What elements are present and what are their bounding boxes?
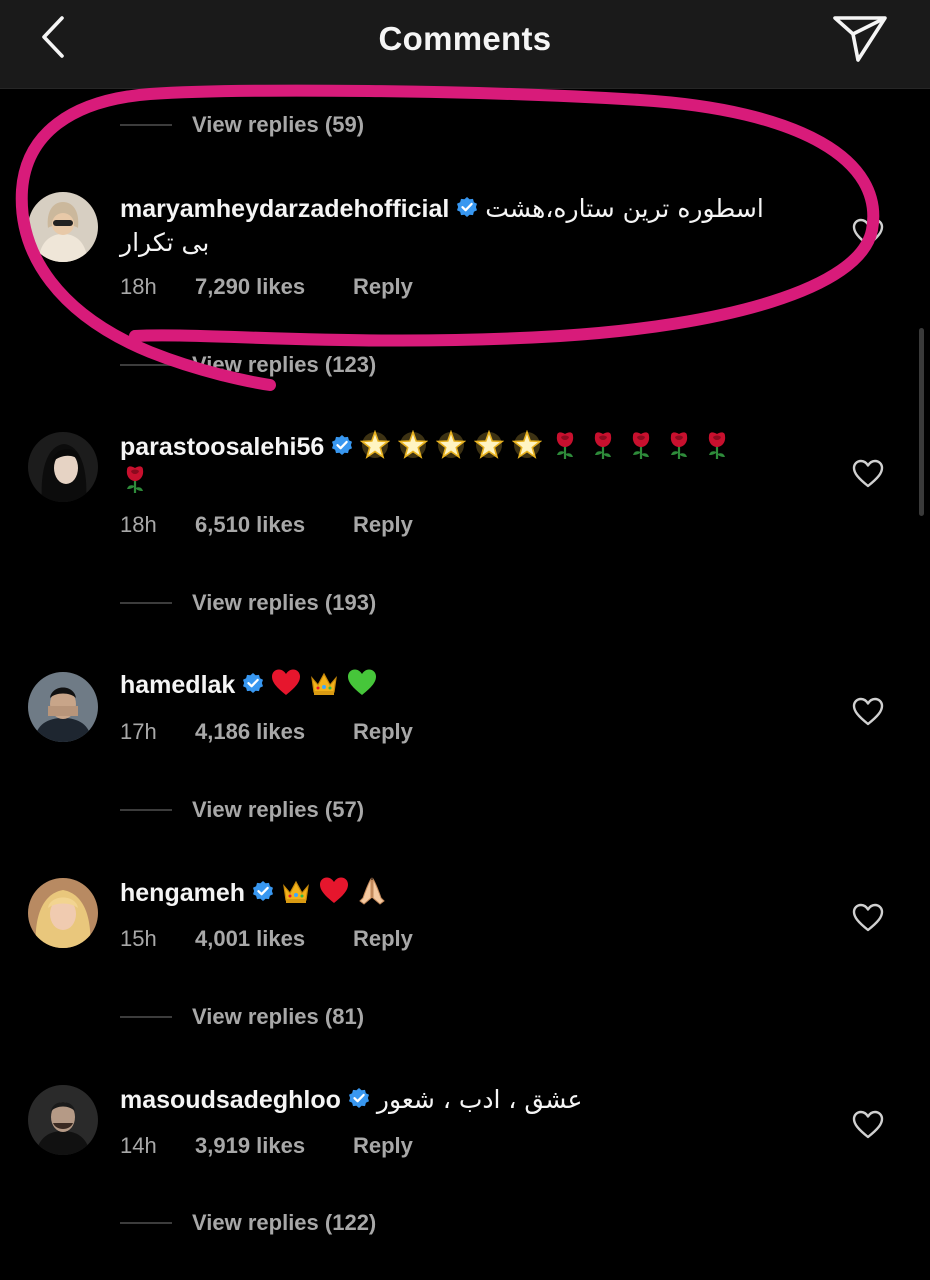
comment-username[interactable]: maryamheydarzadehofficial <box>120 195 449 223</box>
view-replies-button[interactable]: View replies (59) <box>120 110 364 140</box>
likes-count[interactable]: 6,510 likes <box>195 512 305 538</box>
comment-text-continued: بی تکرار <box>120 228 210 257</box>
heart-outline-icon[interactable] <box>852 459 884 489</box>
comment-time: 15h <box>120 926 157 951</box>
star-emoji <box>474 430 504 460</box>
thread-line <box>120 364 172 366</box>
avatar[interactable] <box>28 878 98 948</box>
rose-emoji <box>550 430 580 460</box>
comment-text: عشق ، ادب ، شعور <box>376 1085 583 1114</box>
comment-username[interactable]: hamedlak <box>120 671 235 699</box>
likes-count[interactable]: 7,290 likes <box>195 274 305 300</box>
view-replies-label: View replies (122) <box>192 1210 377 1235</box>
red-heart-emoji <box>319 876 349 906</box>
comment-text: اسطوره ترین ستاره،هشت <box>485 194 764 223</box>
view-replies-button[interactable]: View replies (81) <box>120 1002 364 1032</box>
thread-line <box>120 124 172 126</box>
comment-username[interactable]: parastoosalehi56 <box>120 433 324 461</box>
star-emoji <box>360 430 390 460</box>
green-heart-emoji <box>347 668 377 698</box>
crown-emoji <box>281 876 311 906</box>
reply-button[interactable]: Reply <box>353 274 413 300</box>
likes-count[interactable]: 3,919 likes <box>195 1133 305 1159</box>
thread-line <box>120 602 172 604</box>
rose-emoji <box>702 430 732 460</box>
comment-time: 17h <box>120 719 157 744</box>
view-replies-button[interactable]: View replies (57) <box>120 795 364 825</box>
reply-button[interactable]: Reply <box>353 719 413 745</box>
view-replies-button[interactable]: View replies (122) <box>120 1208 376 1238</box>
scrollbar[interactable] <box>919 328 924 516</box>
red-heart-emoji <box>271 668 301 698</box>
rose-emoji <box>588 430 618 460</box>
view-replies-label: View replies (57) <box>192 797 365 822</box>
view-replies-label: View replies (123) <box>192 352 377 377</box>
comment-username[interactable]: masoudsadeghloo <box>120 1086 341 1114</box>
comment-time: 18h <box>120 274 157 299</box>
star-emoji <box>398 430 428 460</box>
comment-time: 18h <box>120 512 157 537</box>
verified-badge-icon <box>455 196 479 220</box>
view-replies-label: View replies (81) <box>192 1004 365 1029</box>
star-emoji <box>436 430 466 460</box>
heart-outline-icon[interactable] <box>852 1110 884 1140</box>
reply-button[interactable]: Reply <box>353 926 413 952</box>
likes-count[interactable]: 4,001 likes <box>195 926 305 952</box>
heart-outline-icon[interactable] <box>852 218 884 248</box>
view-replies-button[interactable]: View replies (193) <box>120 588 376 618</box>
rose-emoji <box>664 430 694 460</box>
comment-time: 14h <box>120 1133 157 1158</box>
star-emoji <box>512 430 542 460</box>
avatar[interactable] <box>28 432 98 502</box>
thread-line <box>120 1222 172 1224</box>
heart-outline-icon[interactable] <box>852 903 884 933</box>
likes-count[interactable]: 4,186 likes <box>195 719 305 745</box>
reply-button[interactable]: Reply <box>353 1133 413 1159</box>
view-replies-label: View replies (193) <box>192 590 377 615</box>
rose-emoji <box>120 464 150 494</box>
crown-emoji <box>309 668 339 698</box>
heart-outline-icon[interactable] <box>852 697 884 727</box>
verified-badge-icon <box>241 672 265 696</box>
view-replies-label: View replies (59) <box>192 112 365 137</box>
comment-username[interactable]: hengameh <box>120 879 245 907</box>
avatar[interactable] <box>28 672 98 742</box>
page-title: Comments <box>378 20 552 57</box>
verified-badge-icon <box>330 434 354 458</box>
send-direct-icon[interactable] <box>830 10 890 66</box>
view-replies-button[interactable]: View replies (123) <box>120 350 376 380</box>
avatar[interactable] <box>28 192 98 262</box>
thread-line <box>120 809 172 811</box>
verified-badge-icon <box>347 1087 371 1111</box>
verified-badge-icon <box>251 880 275 904</box>
avatar[interactable] <box>28 1085 98 1155</box>
reply-button[interactable]: Reply <box>353 512 413 538</box>
rose-emoji <box>626 430 656 460</box>
top-bar: Comments <box>0 0 930 89</box>
thread-line <box>120 1016 172 1018</box>
folded-hands-emoji <box>357 876 387 906</box>
